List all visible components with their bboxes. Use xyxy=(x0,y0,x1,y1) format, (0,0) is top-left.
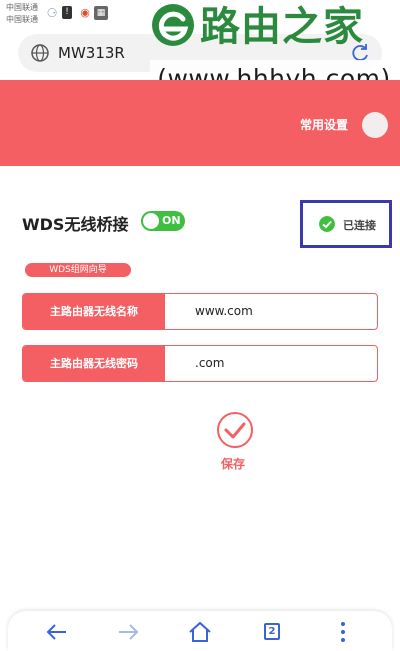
save-button[interactable]: 保存 xyxy=(221,455,245,472)
connection-status-box: 已连接 xyxy=(300,200,392,248)
tabs-button[interactable]: 2 xyxy=(259,619,285,645)
page-header: 常用设置 xyxy=(0,80,400,166)
app-notification-icon: ▦ xyxy=(94,6,108,20)
watermark-logo xyxy=(152,4,194,46)
wds-wizard-badge[interactable]: WDS组网向导 xyxy=(25,263,131,277)
toggle-label: ON xyxy=(162,214,181,227)
password-field[interactable]: 主路由器无线密码 .com xyxy=(22,345,378,382)
bottom-nav: 2 xyxy=(8,611,392,651)
globe-icon xyxy=(31,44,49,62)
watermark-title: 路由之家 xyxy=(200,4,364,50)
back-arrow-icon[interactable] xyxy=(44,619,70,645)
ssid-input[interactable]: www.com xyxy=(195,294,253,329)
notification-bell-icon: ⚆ xyxy=(46,6,58,20)
ssid-label: 主路由器无线名称 xyxy=(23,294,165,329)
carrier-label-secondary: 中国联通 xyxy=(6,15,38,24)
alert-icon: ! xyxy=(62,6,72,19)
ssid-field[interactable]: 主路由器无线名称 www.com xyxy=(22,293,378,330)
wds-toggle[interactable]: ON xyxy=(141,211,185,231)
weibo-icon: ◉ xyxy=(80,6,90,19)
more-menu-icon[interactable] xyxy=(330,619,356,645)
password-input[interactable]: .com xyxy=(195,346,224,381)
check-icon xyxy=(319,216,335,232)
carrier-label: 中国联通 xyxy=(6,3,38,12)
header-menu-button[interactable] xyxy=(362,112,388,138)
password-label: 主路由器无线密码 xyxy=(23,346,165,381)
home-icon[interactable] xyxy=(187,619,213,645)
connection-status-text: 已连接 xyxy=(343,219,376,232)
url-text[interactable]: MW313R xyxy=(58,43,125,63)
tabs-icon: 2 xyxy=(264,623,280,640)
tab-common-settings[interactable]: 常用设置 xyxy=(300,116,348,133)
forward-arrow-icon[interactable] xyxy=(115,619,141,645)
wds-label: WDS无线桥接 xyxy=(22,215,129,234)
save-check-icon[interactable] xyxy=(216,411,254,449)
toggle-knob xyxy=(143,213,159,229)
